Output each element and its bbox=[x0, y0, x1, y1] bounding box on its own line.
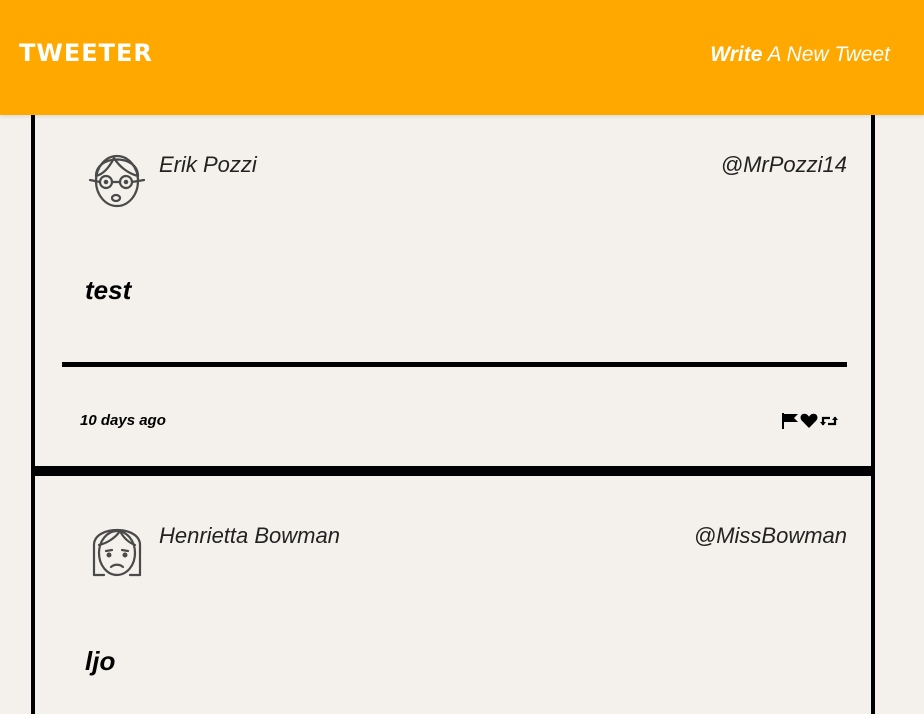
tweet-actions bbox=[782, 411, 839, 431]
author-handle[interactable]: @MissBowman bbox=[694, 523, 847, 549]
write-label: Write bbox=[710, 43, 763, 66]
tweet-content: ljo bbox=[85, 646, 116, 676]
retweet-icon[interactable] bbox=[819, 413, 839, 429]
timestamp: 10 days ago bbox=[80, 412, 166, 429]
top-nav: TWEETER Write A New Tweet bbox=[0, 0, 924, 115]
tweet-card: Henrietta Bowman @MissBowman ljo bbox=[35, 476, 871, 714]
write-rest-label: A New Tweet bbox=[762, 43, 890, 66]
divider bbox=[62, 362, 847, 367]
flag-icon[interactable] bbox=[782, 413, 799, 429]
face-glasses-icon bbox=[88, 154, 146, 208]
author-name: Erik Pozzi bbox=[159, 152, 257, 177]
heart-icon[interactable] bbox=[800, 413, 818, 429]
tweet-separator bbox=[35, 466, 871, 476]
logo[interactable]: TWEETER bbox=[19, 39, 153, 67]
author-name: Henrietta Bowman bbox=[159, 523, 340, 548]
tweet-card: Erik Pozzi @MrPozzi14 test 10 days ago bbox=[35, 115, 871, 465]
write-new-tweet-link[interactable]: Write A New Tweet bbox=[710, 43, 890, 67]
face-woman-frown-icon bbox=[92, 528, 142, 577]
tweet-content: test bbox=[85, 275, 132, 305]
author-handle[interactable]: @MrPozzi14 bbox=[721, 152, 847, 178]
page: TWEETER Write A New Tweet Erik Pozzi @Mr… bbox=[0, 0, 924, 714]
